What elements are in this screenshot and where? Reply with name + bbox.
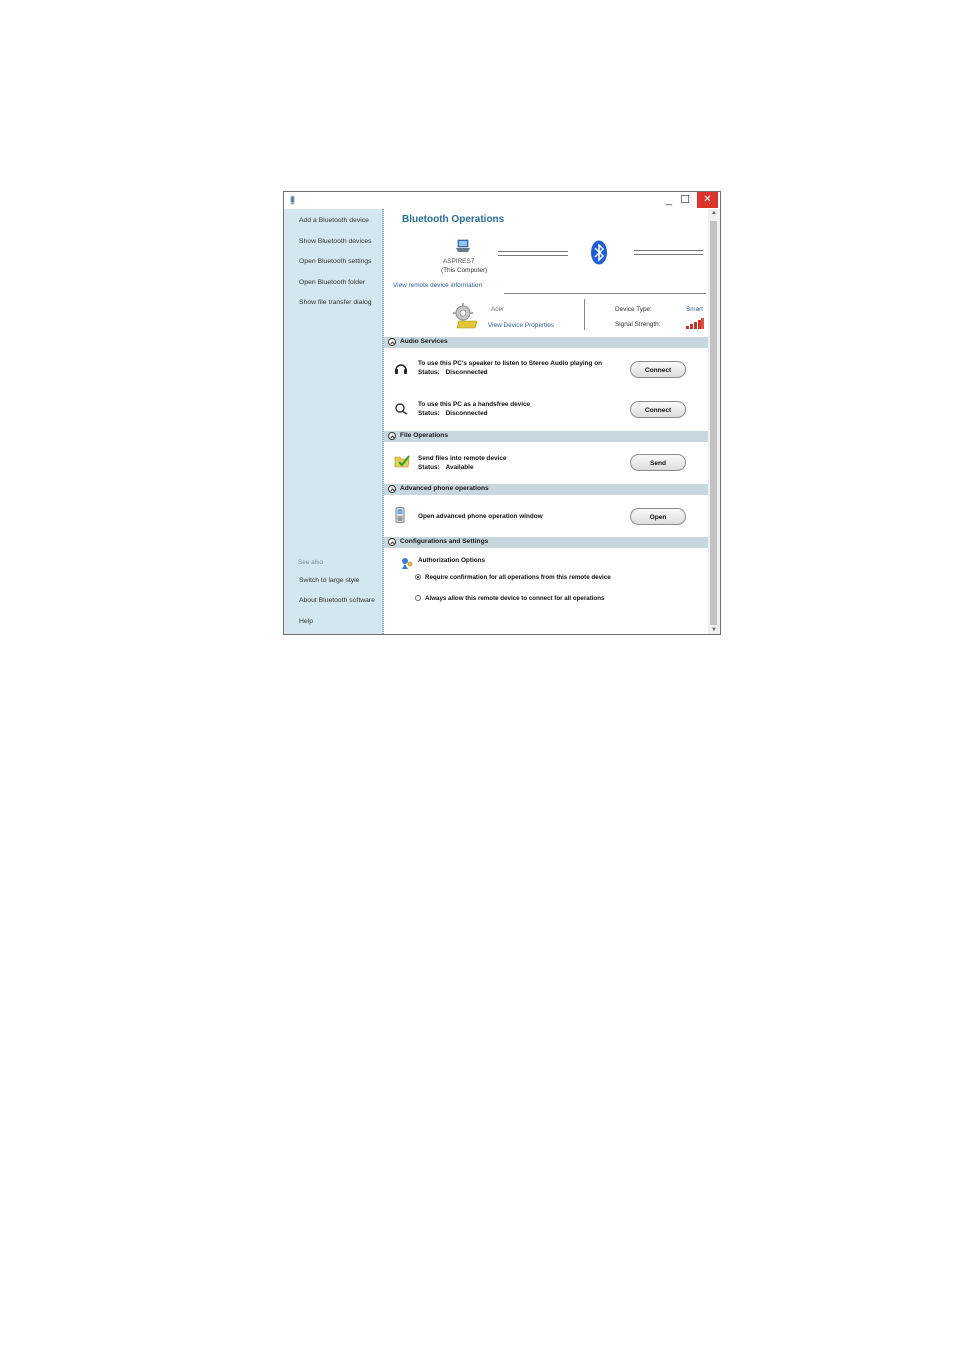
always-allow-label[interactable]: Always allow this remote device to conne… (425, 595, 604, 602)
authorization-icon (402, 558, 413, 569)
vertical-scrollbar[interactable]: ▲ ▼ (708, 209, 720, 634)
bluetooth-app-icon (290, 195, 295, 205)
audio-row-1-title: To use this PC's speaker to listen to St… (418, 360, 603, 367)
send-button[interactable]: Send (630, 454, 686, 471)
sidebar-item-help[interactable]: Help (299, 618, 313, 625)
laptop-icon (456, 239, 470, 252)
send-files-title: Send files into remote device (418, 455, 507, 462)
section-advanced-phone[interactable]: Advanced phone operations (384, 484, 708, 495)
collapse-icon[interactable] (388, 538, 396, 546)
minimize-button[interactable]: _ (662, 192, 676, 208)
scroll-down-arrow[interactable]: ▼ (711, 627, 717, 633)
sidebar-item-open-folder[interactable]: Open Bluetooth folder (299, 279, 365, 286)
section-audio-services[interactable]: Audio Services (384, 337, 708, 348)
view-device-properties-link[interactable]: View Device Properties (488, 322, 554, 329)
section-title: Audio Services (400, 338, 448, 345)
bluetooth-icon (591, 240, 607, 265)
section-title: File Operations (400, 432, 448, 439)
collapse-icon[interactable] (388, 485, 396, 493)
remote-device-name: Acer (491, 306, 505, 313)
folder-check-icon (394, 455, 410, 468)
signal-strength-label: Signal Strength: (615, 321, 661, 328)
section-configurations[interactable]: Configurations and Settings (384, 537, 708, 548)
audio-row-1-status: Status: Disconnected (418, 369, 488, 376)
audio-row-2-title: To use this PC as a handsfree device (418, 401, 531, 408)
phone-operation-title: Open advanced phone operation window (418, 513, 543, 520)
device-type-value: Smart (686, 306, 704, 313)
page-title: Bluetooth Operations (402, 214, 505, 225)
authorization-options-title: Authorization Options (418, 557, 486, 564)
sidebar-item-open-settings[interactable]: Open Bluetooth settings (299, 258, 372, 265)
sidebar: Add a Bluetooth device Show Bluetooth de… (284, 209, 382, 634)
main-panel: Bluetooth Operations ASPIRES7 (This Comp… (384, 209, 708, 634)
sidebar-item-show-devices[interactable]: Show Bluetooth devices (299, 238, 372, 245)
require-confirmation-label[interactable]: Require confirmation for all operations … (425, 574, 611, 581)
section-title: Advanced phone operations (400, 485, 489, 492)
connection-line-right (634, 250, 703, 255)
radio-require-confirmation[interactable] (415, 574, 421, 580)
bluetooth-window: _ ☐ ✕ Add a Bluetooth device Show Blueto… (283, 191, 721, 635)
radio-always-allow[interactable] (415, 595, 421, 601)
section-title: Configurations and Settings (400, 538, 489, 545)
sidebar-item-about[interactable]: About Bluetooth software (299, 597, 375, 604)
see-also-label: See also (298, 559, 323, 566)
close-button[interactable]: ✕ (697, 192, 718, 208)
device-gear-icon (453, 303, 478, 329)
scroll-up-arrow[interactable]: ▲ (711, 210, 717, 216)
connect-stereo-audio-button[interactable]: Connect (630, 361, 686, 378)
phone-icon (395, 507, 405, 523)
title-bar: _ ☐ ✕ (284, 192, 720, 209)
connect-handsfree-button[interactable]: Connect (630, 401, 686, 418)
divider-line (504, 293, 706, 294)
sidebar-item-add-device[interactable]: Add a Bluetooth device (299, 217, 369, 224)
sidebar-item-file-transfer[interactable]: Show file transfer dialog (299, 299, 372, 306)
headphones-icon (395, 364, 407, 374)
scroll-thumb[interactable] (710, 221, 717, 625)
audio-row-2-status: Status: Disconnected (418, 410, 488, 417)
section-file-operations[interactable]: File Operations (384, 431, 708, 442)
view-remote-info-link[interactable]: View remote device information (393, 282, 482, 289)
maximize-button[interactable]: ☐ (678, 192, 692, 208)
headset-icon (395, 403, 408, 415)
collapse-icon[interactable] (388, 432, 396, 440)
computer-subtitle: (This Computer) (441, 267, 488, 274)
info-divider (584, 299, 585, 330)
sidebar-item-large-style[interactable]: Switch to large style (299, 577, 359, 584)
send-files-status: Status: Available (418, 464, 474, 471)
connection-line-left (498, 251, 568, 256)
signal-strength-icon (686, 318, 704, 329)
computer-name: ASPIRES7 (443, 258, 475, 265)
collapse-icon[interactable] (388, 338, 396, 346)
device-type-label: Device Type: (615, 306, 652, 313)
open-button[interactable]: Open (630, 508, 686, 525)
